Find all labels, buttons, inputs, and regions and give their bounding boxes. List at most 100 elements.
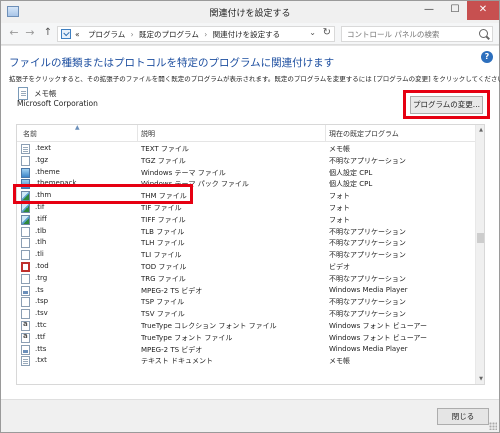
- refresh-icon[interactable]: ↻: [323, 27, 331, 38]
- table-row[interactable]: .tlh TLH ファイル 不明なアプリケーション: [17, 237, 475, 249]
- table-row[interactable]: .tsp TSP ファイル 不明なアプリケーション: [17, 296, 475, 308]
- breadcrumb-programs[interactable]: プログラム: [88, 30, 125, 39]
- table-row[interactable]: .text TEXT ファイル メモ帳: [17, 143, 475, 155]
- scroll-down-arrow-icon[interactable]: ▼: [476, 374, 484, 384]
- row-default-program: Windows Media Player: [329, 285, 408, 294]
- change-program-button[interactable]: プログラムの変更...: [410, 96, 483, 114]
- table-row[interactable]: .ttc TrueType コレクション フォント ファイル Windows フォン…: [17, 320, 475, 332]
- row-description: MPEG-2 TS ビデオ: [141, 345, 203, 354]
- help-icon[interactable]: ?: [481, 51, 493, 63]
- column-header-description[interactable]: 説明: [141, 129, 155, 139]
- row-description: TSP ファイル: [141, 298, 185, 307]
- column-divider[interactable]: [325, 125, 326, 142]
- breadcrumb-default-programs[interactable]: 既定のプログラム: [139, 30, 199, 39]
- row-default-program: Windows フォント ビューアー: [329, 333, 427, 342]
- scroll-up-arrow-icon[interactable]: ▲: [476, 125, 484, 135]
- row-extension: .theme: [35, 167, 60, 176]
- maximize-button[interactable]: ☐: [443, 1, 467, 20]
- row-default-program: メモ帳: [329, 145, 350, 153]
- table-row[interactable]: .tgz TGZ ファイル 不明なアプリケーション: [17, 155, 475, 167]
- vertical-scrollbar[interactable]: ▲ ▼: [475, 125, 484, 384]
- back-arrow-icon[interactable]: ←: [7, 26, 21, 39]
- generic-file-icon: [21, 309, 30, 320]
- table-row[interactable]: .tts MPEG-2 TS ビデオ Windows Media Player: [17, 344, 475, 356]
- resize-grip[interactable]: [489, 422, 497, 430]
- row-extension: .tlh: [35, 238, 47, 247]
- column-header-name[interactable]: 名前: [23, 129, 37, 139]
- scroll-thumb[interactable]: [477, 233, 484, 243]
- column-divider[interactable]: [137, 125, 138, 142]
- video-icon: [21, 261, 30, 272]
- row-extension: .tif: [35, 202, 45, 211]
- row-default-program: 不明なアプリケーション: [329, 156, 406, 165]
- search-box[interactable]: [341, 26, 493, 42]
- program-name: メモ帳: [34, 89, 57, 98]
- row-extension: .ttf: [35, 332, 46, 341]
- breadcrumb-prefix[interactable]: «: [75, 30, 80, 39]
- generic-file-icon: [21, 273, 30, 284]
- row-extension: .ttc: [35, 320, 47, 329]
- breadcrumb-separator[interactable]: ›: [131, 30, 134, 39]
- row-description: TLB ファイル: [141, 227, 185, 236]
- close-window-button[interactable]: ✕: [467, 1, 499, 20]
- row-extension: .tgz: [35, 155, 49, 164]
- table-row[interactable]: .trg TRG ファイル 不明なアプリケーション: [17, 273, 475, 285]
- row-default-program: フォト: [329, 192, 350, 201]
- row-default-program: 個人設定 CPL: [329, 168, 373, 177]
- generic-file-icon: [21, 297, 30, 308]
- table-row[interactable]: .txt テキスト ドキュメント メモ帳: [17, 355, 475, 367]
- table-row[interactable]: .ttf TrueType フォント ファイル Windows フォント ビューアー: [17, 332, 475, 344]
- list-rows: .text TEXT ファイル メモ帳 .tgz TGZ ファイル 不明なアプリケーション…: [17, 143, 475, 367]
- row-default-program: 不明なアプリケーション: [329, 251, 406, 260]
- search-input[interactable]: [342, 27, 472, 41]
- row-default-program: フォト: [329, 203, 350, 212]
- page-heading: ファイルの種類またはプロトコルを特定のプログラムに関連付けます: [9, 57, 335, 69]
- row-default-program: フォト: [329, 215, 350, 224]
- table-row[interactable]: .ts MPEG-2 TS ビデオ Windows Media Player: [17, 285, 475, 297]
- row-description: テキスト ドキュメント: [141, 357, 214, 366]
- row-extension: .txt: [35, 356, 47, 365]
- row-extension: .tts: [35, 344, 47, 353]
- row-description: TGZ ファイル: [141, 156, 186, 165]
- dialog-window: 関連付けを設定する — ☐ ✕ ← → ↑ « プログラム › 既定のプログラム…: [0, 0, 500, 433]
- table-row[interactable]: .tlb TLB ファイル 不明なアプリケーション: [17, 226, 475, 238]
- generic-file-icon: [21, 155, 30, 166]
- row-description: TIFF ファイル: [141, 215, 186, 224]
- row-description: Windows テーマ ファイル: [141, 168, 226, 177]
- main-content: ? ファイルの種類またはプロトコルを特定のプログラムに関連付けます 拡張子をクリ…: [1, 46, 500, 399]
- image-icon: [21, 214, 30, 225]
- sort-caret-icon: ▲: [75, 124, 80, 131]
- row-extension: .tli: [35, 250, 44, 259]
- breadcrumb-separator[interactable]: ›: [204, 30, 207, 39]
- breadcrumb: « プログラム › 既定のプログラム › 関連付けを設定する: [75, 29, 280, 40]
- title-bar[interactable]: 関連付けを設定する — ☐ ✕: [1, 1, 499, 23]
- address-field[interactable]: « プログラム › 既定のプログラム › 関連付けを設定する ⌄ ↻: [57, 26, 335, 42]
- page-description: 拡張子をクリックすると、その拡張子のファイルを開く既定のプログラムが表示されます…: [9, 75, 500, 83]
- program-company: Microsoft Corporation: [17, 99, 98, 108]
- image-icon: [21, 202, 30, 213]
- table-row[interactable]: .tli TLI ファイル 不明なアプリケーション: [17, 249, 475, 261]
- breadcrumb-set-associations[interactable]: 関連付けを設定する: [213, 30, 281, 39]
- minimize-button[interactable]: —: [417, 1, 441, 20]
- chevron-down-icon[interactable]: ⌄: [309, 28, 316, 37]
- generic-file-icon: [21, 250, 30, 261]
- row-default-program: 不明なアプリケーション: [329, 274, 406, 283]
- file-type-list: ▲ 名前 説明 現在の既定プログラム .text TEXT ファイル メモ帳 .tgz…: [16, 124, 485, 385]
- dialog-footer: 閉じる: [1, 399, 499, 432]
- row-description: TLI ファイル: [141, 251, 182, 260]
- search-icon[interactable]: [479, 29, 488, 38]
- table-row[interactable]: .tsv TSV ファイル 不明なアプリケーション: [17, 308, 475, 320]
- table-row[interactable]: .theme Windows テーマ ファイル 個人設定 CPL: [17, 167, 475, 179]
- media-icon: [21, 285, 30, 296]
- column-header-program[interactable]: 現在の既定プログラム: [329, 129, 399, 139]
- font-icon: [21, 320, 30, 331]
- close-button[interactable]: 閉じる: [437, 408, 489, 425]
- row-default-program: ビデオ: [329, 262, 350, 271]
- up-arrow-icon[interactable]: ↑: [41, 27, 55, 38]
- table-row[interactable]: .tiff TIFF ファイル フォト: [17, 214, 475, 226]
- forward-arrow-icon[interactable]: →: [23, 26, 37, 39]
- row-extension: .ts: [35, 285, 44, 294]
- media-icon: [21, 344, 30, 355]
- row-description: TIF ファイル: [141, 203, 182, 212]
- table-row[interactable]: .tod TOD ファイル ビデオ: [17, 261, 475, 273]
